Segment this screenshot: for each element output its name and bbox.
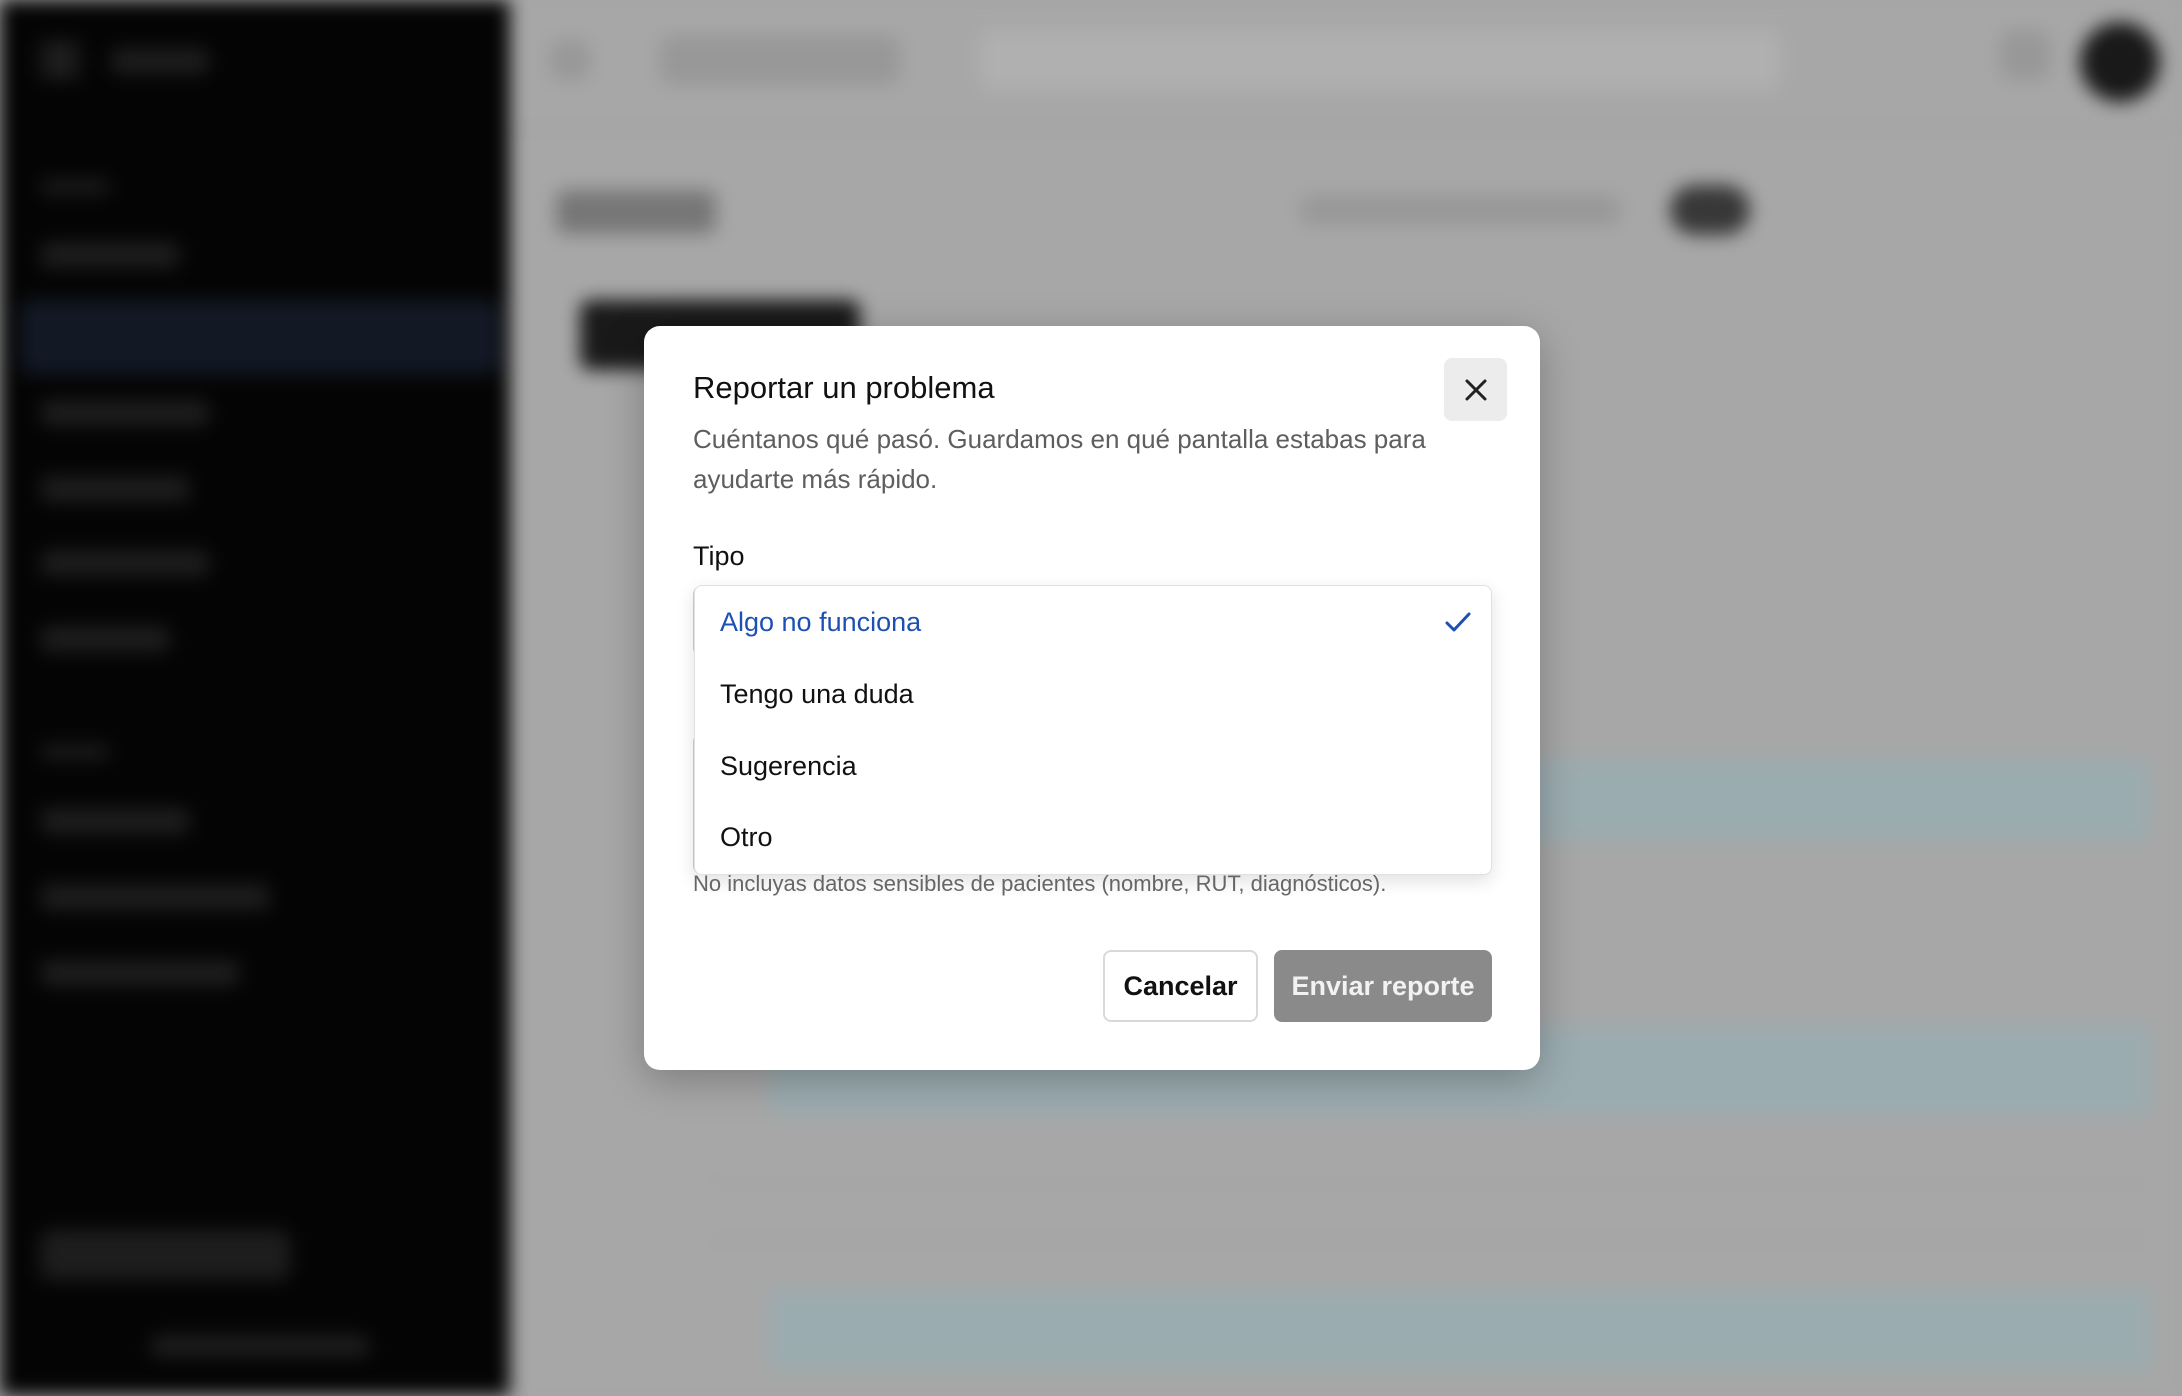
type-option[interactable]: Otro	[695, 801, 1491, 873]
type-option[interactable]: Sugerencia	[695, 730, 1491, 802]
dialog-title: Reportar un problema	[693, 370, 995, 405]
type-dropdown-menu: Algo no funciona Tengo una duda Sugerenc…	[694, 585, 1492, 875]
close-icon	[1465, 379, 1486, 400]
report-problem-dialog: Reportar un problema Cuéntanos qué pasó.…	[644, 326, 1540, 1070]
type-option[interactable]: Algo no funciona	[695, 586, 1491, 658]
type-option-label: Sugerencia	[720, 750, 857, 781]
check-icon	[1445, 612, 1471, 632]
dialog-description: Cuéntanos qué pasó. Guardamos en qué pan…	[693, 424, 1426, 494]
app-root: Reportar un problema Cuéntanos qué pasó.…	[0, 0, 2182, 1396]
privacy-hint: No incluyas datos sensibles de pacientes…	[693, 871, 1387, 896]
type-option-label: Algo no funciona	[720, 606, 922, 637]
submit-report-button[interactable]: Enviar reporte	[1274, 950, 1492, 1022]
cancel-button[interactable]: Cancelar	[1103, 950, 1258, 1022]
type-option[interactable]: Tengo una duda	[695, 658, 1491, 730]
type-option-label: Otro	[720, 821, 773, 852]
type-option-label: Tengo una duda	[720, 678, 914, 709]
type-field-label: Tipo	[693, 541, 745, 571]
close-button[interactable]	[1444, 358, 1507, 421]
